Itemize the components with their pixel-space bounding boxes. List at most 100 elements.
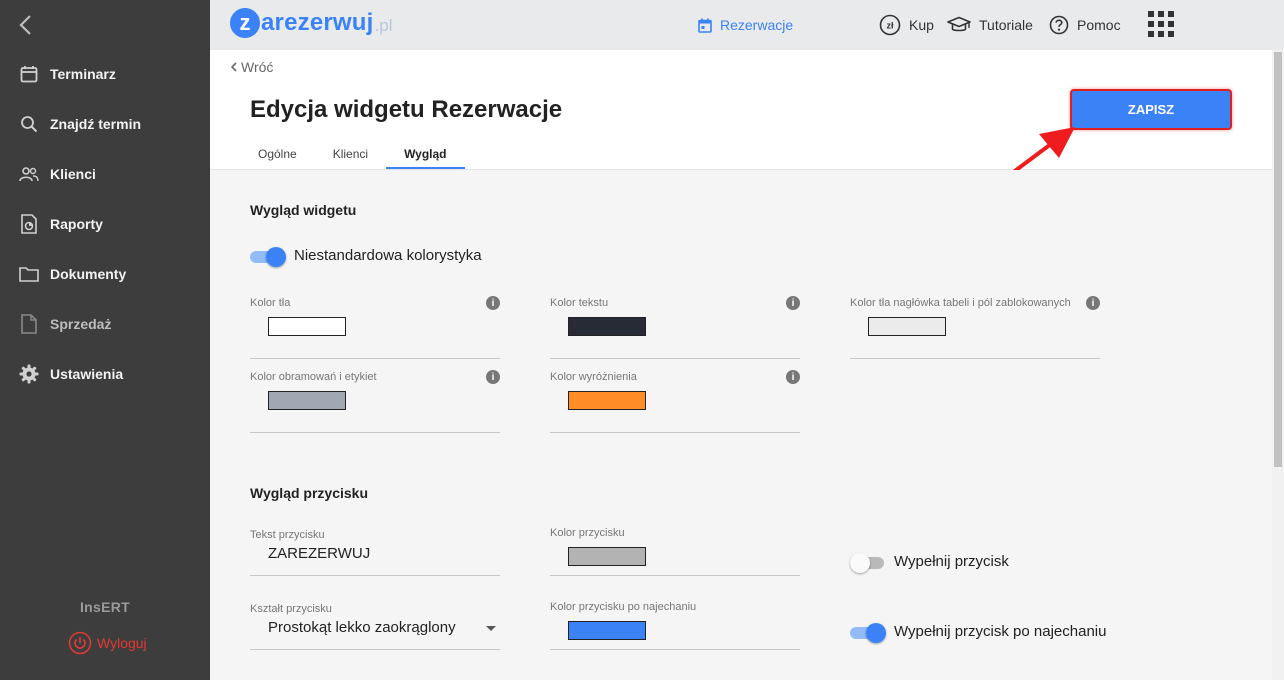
fill-button-hover-toggle[interactable] (850, 622, 886, 643)
logout-label: Wyloguj (97, 635, 147, 651)
tab-wyglad[interactable]: Wygląd (386, 138, 465, 170)
sidebar: Terminarz Znajdź termin Klienci Raporty … (0, 0, 210, 680)
field-label: Kolor tła nagłówka tabeli i pól zablokow… (850, 297, 1071, 309)
nav-tutorials[interactable]: Tutoriale (947, 0, 1033, 50)
sidebar-item-klienci[interactable]: Klienci (0, 154, 210, 194)
folder-icon (19, 264, 39, 284)
logo-tld: .pl (374, 15, 393, 35)
button-color-field: Kolor przycisku (550, 527, 800, 576)
info-icon[interactable]: i (486, 296, 500, 310)
info-icon[interactable]: i (1086, 296, 1100, 310)
sidebar-item-ustawienia[interactable]: Ustawienia (0, 354, 210, 394)
toggle-knob (850, 553, 870, 573)
sidebar-item-label: Raporty (50, 216, 103, 232)
custom-colors-label: Niestandardowa kolorystyka (294, 247, 482, 264)
header-background-color-field: Kolor tła nagłówka tabeli i pól zablokow… (850, 296, 1100, 359)
field-label: Kolor przycisku po najechaniu (550, 601, 697, 613)
info-icon[interactable]: i (786, 296, 800, 310)
apps-grid-button[interactable] (1148, 11, 1174, 37)
sidebar-item-znajdz-termin[interactable]: Znajdź termin (0, 104, 210, 144)
field-label: Kolor tła (250, 297, 291, 309)
toggle-knob (866, 623, 886, 643)
section-title-button: Wygląd przycisku (250, 485, 369, 501)
top-bar: z arezerwuj .pl Rezerwacje zł Kup Tutori… (210, 0, 1284, 50)
button-text-input[interactable]: ZAREZERWUJ (268, 545, 370, 562)
sidebar-item-label: Sprzedaż (50, 316, 112, 332)
border-color-field: Kolor obramowań i etykiet i (250, 370, 500, 433)
apps-grid-dot (1148, 31, 1154, 37)
graduation-cap-icon (947, 16, 971, 34)
field-label: Tekst przycisku (250, 529, 325, 541)
color-swatch[interactable] (568, 317, 646, 336)
highlight-color-field: Kolor wyróżnienia i (550, 370, 800, 433)
back-link[interactable]: Wróć (230, 59, 273, 75)
sidebar-item-dokumenty[interactable]: Dokumenty (0, 254, 210, 294)
text-color-field: Kolor tekstu i (550, 296, 800, 359)
color-swatch[interactable] (568, 391, 646, 410)
coin-icon: zł (879, 14, 901, 36)
page-title: Edycja widgetu Rezerwacje (250, 96, 563, 123)
scrollbar-thumb[interactable] (1274, 52, 1282, 467)
help-icon (1049, 15, 1069, 35)
nav-tutorials-label: Tutoriale (979, 17, 1033, 33)
color-swatch[interactable] (868, 317, 946, 336)
field-label: Kolor wyróżnienia (550, 371, 637, 383)
brand-label: InsERT (79, 599, 131, 615)
tab-klienci[interactable]: Klienci (315, 138, 386, 170)
section-title-widget: Wygląd widgetu (250, 202, 357, 218)
back-link-label: Wróć (241, 59, 274, 75)
tab-ogolne[interactable]: Ogólne (240, 138, 315, 170)
button-shape-select[interactable]: Kształt przycisku Prostokąt lekko zaokrą… (250, 603, 500, 650)
sidebar-item-sprzedaz[interactable]: Sprzedaż (0, 304, 210, 344)
color-swatch[interactable] (568, 547, 646, 566)
apps-grid-dot (1168, 31, 1174, 37)
save-button[interactable]: ZAPISZ (1070, 89, 1232, 130)
button-text-field: Tekst przycisku ZAREZERWUJ (250, 529, 500, 576)
nav-buy-label: Kup (909, 17, 934, 33)
report-icon (19, 214, 39, 234)
gear-icon (19, 364, 39, 384)
sidebar-item-label: Ustawienia (50, 366, 124, 382)
calendar-icon (19, 64, 39, 84)
field-label: Kolor tekstu (550, 297, 609, 309)
scrollbar[interactable] (1272, 50, 1284, 680)
caret-down-icon (486, 626, 496, 631)
button-shape-value: Prostokąt lekko zaokrąglony (268, 619, 456, 636)
fill-button-toggle[interactable] (850, 552, 886, 573)
fill-button-hover-label: Wypełnij przycisk po najechaniu (894, 623, 1107, 640)
nav-reservations[interactable]: Rezerwacje (698, 0, 793, 50)
nav-help-label: Pomoc (1077, 17, 1121, 33)
button-hover-color-field: Kolor przycisku po najechaniu (550, 601, 800, 650)
field-label: Kształt przycisku (250, 603, 332, 615)
color-swatch[interactable] (268, 317, 346, 336)
color-swatch[interactable] (268, 391, 346, 410)
logo[interactable]: z arezerwuj .pl (230, 8, 393, 38)
sidebar-item-terminarz[interactable]: Terminarz (0, 54, 210, 94)
custom-colors-toggle[interactable] (250, 246, 286, 267)
info-icon[interactable]: i (786, 370, 800, 384)
color-swatch[interactable] (568, 621, 646, 640)
sidebar-item-raporty[interactable]: Raporty (0, 204, 210, 244)
logo-mark: z (230, 8, 260, 38)
nav-buy[interactable]: zł Kup (879, 0, 934, 50)
people-icon (19, 164, 39, 184)
info-icon[interactable]: i (486, 370, 500, 384)
apps-grid-dot (1158, 31, 1164, 37)
apps-grid-dot (1148, 21, 1154, 27)
power-icon (68, 631, 92, 655)
background-color-field: Kolor tła i (250, 296, 500, 359)
apps-grid-dot (1158, 21, 1164, 27)
nav-reservations-label: Rezerwacje (720, 17, 794, 33)
logout-button[interactable]: Wyloguj (68, 631, 147, 655)
sidebar-item-label: Klienci (50, 166, 96, 182)
apps-grid-dot (1158, 11, 1164, 17)
nav-help[interactable]: Pomoc (1049, 0, 1121, 50)
chevron-left-icon (230, 62, 237, 72)
coin-text: zł (886, 21, 894, 31)
apps-grid-dot (1168, 21, 1174, 27)
apps-grid-dot (1168, 11, 1174, 17)
calendar-icon (698, 18, 712, 33)
chevron-left-icon (19, 15, 31, 35)
sidebar-item-label: Znajdź termin (50, 116, 142, 132)
collapse-sidebar-button[interactable] (18, 12, 40, 38)
